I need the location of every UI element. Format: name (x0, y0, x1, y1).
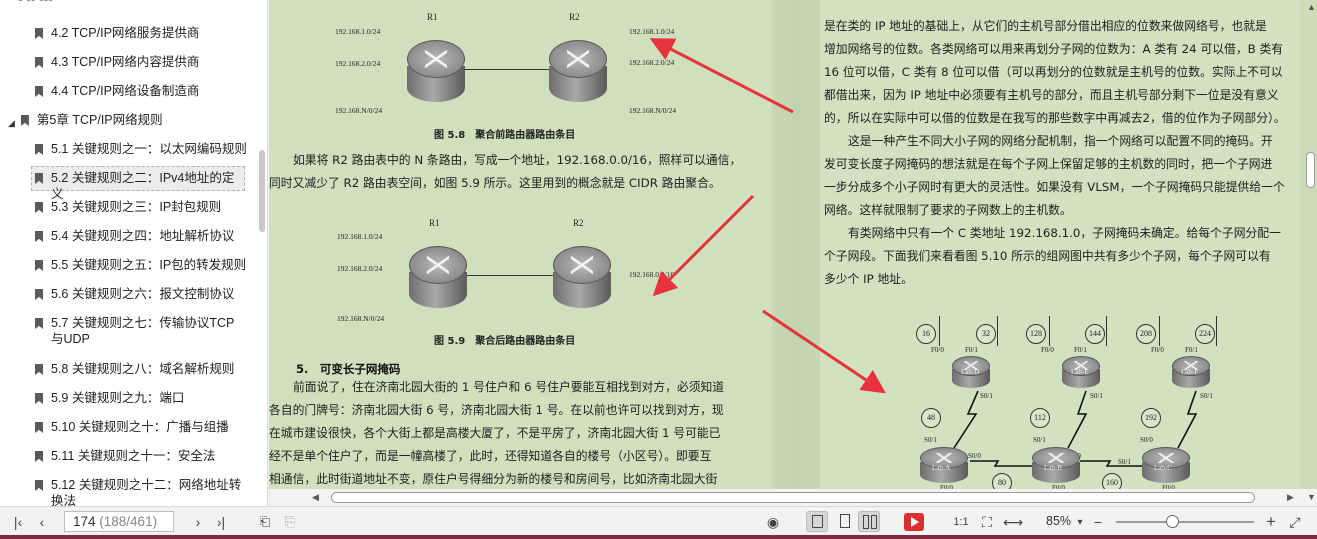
fit-width-icon[interactable]: ⟷ (1002, 512, 1024, 532)
red-arrow (762, 309, 886, 394)
toc-item[interactable]: 5.4 关键规则之四：地址解析协议 (35, 228, 234, 244)
bookmark-icon (35, 393, 43, 404)
play-icon[interactable] (904, 513, 924, 531)
bookmark-icon (35, 202, 43, 213)
bookmark-icon (35, 480, 43, 491)
scroll-up-icon[interactable]: ▲ (1307, 2, 1316, 12)
toc-item[interactable]: 5.1 关键规则之一：以太网编码规则 (35, 141, 247, 157)
actual-size-icon[interactable]: 1:1 (950, 512, 972, 532)
scroll-down-icon[interactable]: ▼ (1307, 492, 1316, 502)
bookmark-icon (35, 364, 43, 375)
toc-item[interactable]: 4.3 TCP/IP网络内容提供商 (35, 54, 199, 70)
sidebar-scrollbar[interactable] (259, 150, 265, 232)
bookmark-icon (35, 260, 43, 271)
continuous-view-icon[interactable] (806, 511, 828, 532)
toc-item[interactable]: 5.3 关键规则之三：IP封包规则 (35, 199, 221, 215)
toc-item[interactable]: 5.8 关键规则之八：域名解析规则 (35, 361, 234, 377)
last-page-icon[interactable]: ›| (210, 512, 232, 532)
zoom-slider-handle[interactable] (1166, 515, 1179, 528)
single-page-icon[interactable] (834, 511, 856, 532)
toc-item[interactable]: 4.4 TCP/IP网络设备制造商 (35, 83, 199, 99)
bottom-toolbar: |‹ ‹ 174 (188/461) › ›| ⎗ ⎘ ◉ 1:1 ⛶ ⟷ 85… (0, 506, 1317, 535)
toc-item[interactable]: 5.6 关键规则之六：报文控制协议 (35, 286, 234, 302)
scroll-left-icon[interactable]: ◀ (312, 492, 319, 503)
horizontal-scrollbar-thumb[interactable] (331, 492, 1255, 503)
eye-care-icon[interactable]: ◉ (762, 512, 784, 532)
bookmark-icon (20, 115, 29, 126)
back-icon[interactable]: ⎗ (255, 512, 275, 532)
document-view[interactable]: R1 R2 192.168.1.0/24 192.168.2.0/24 192.… (269, 0, 1317, 506)
zoom-dropdown-arrow-icon[interactable]: ▾ (1074, 513, 1086, 533)
scroll-right-icon[interactable]: ▶ (1287, 492, 1294, 503)
zoom-dropdown[interactable]: 85% (1046, 514, 1071, 528)
bookmark-icon (35, 289, 43, 300)
red-arrow (649, 38, 794, 114)
zoom-slider[interactable] (1116, 521, 1254, 523)
toc-item[interactable]: 4.2 TCP/IP网络服务提供商 (35, 25, 199, 41)
page-number-input[interactable]: 174 (188/461) (64, 511, 174, 532)
bookmark-icon (35, 173, 43, 184)
toc-item[interactable]: 5.11 关键规则之十一：安全法 (35, 448, 215, 464)
bookmark-icon (35, 451, 43, 462)
toc-item[interactable]: 5.12 关键规则之十二：网络地址转换法 (35, 477, 245, 506)
vertical-scrollbar-thumb[interactable] (1306, 152, 1315, 188)
red-arrow (652, 194, 755, 297)
bookmark-icon (35, 28, 43, 39)
prev-page-icon[interactable]: ‹ (32, 512, 52, 532)
bookmark-icon (35, 86, 43, 97)
zoom-out-icon[interactable]: − (1090, 512, 1106, 532)
toc-chapter[interactable]: ◢ 第5章 TCP/IP网络规则 (8, 112, 163, 131)
bookmark-icon (35, 422, 43, 433)
zoom-in-icon[interactable]: + (1262, 512, 1280, 532)
toc-sidebar: ▪ ▪▪ ▪▪▪ 4.2 TCP/IP网络服务提供商 4.3 TCP/IP网络内… (0, 0, 268, 506)
first-page-icon[interactable]: |‹ (8, 512, 28, 532)
bookmark-icon (35, 144, 43, 155)
bookmark-icon (35, 318, 43, 329)
collapse-triangle-icon[interactable]: ◢ (8, 115, 15, 131)
toc-item[interactable]: 5.7 关键规则之七：传输协议TCP与UDP (35, 315, 245, 347)
toc-item[interactable]: 5.10 关键规则之十：广播与组播 (35, 419, 229, 435)
bookmark-icon (35, 57, 43, 68)
next-page-icon[interactable]: › (188, 512, 208, 532)
fit-page-icon[interactable]: ⛶ (976, 512, 998, 532)
toc-item-active[interactable]: 5.2 关键规则之二：IPv4地址的定义 (31, 166, 245, 201)
toc-item[interactable]: 5.5 关键规则之五：IP包的转发规则 (35, 257, 246, 273)
toc-cut-item: ▪ ▪▪ ▪▪▪ (0, 0, 267, 6)
bookmark-icon (35, 231, 43, 242)
taskbar-strip (0, 535, 1317, 539)
forward-icon[interactable]: ⎘ (280, 512, 300, 532)
two-page-icon[interactable] (858, 511, 880, 532)
toc-item[interactable]: 5.9 关键规则之九：端口 (35, 390, 184, 406)
annotation-arrows (649, 38, 886, 394)
fullscreen-icon[interactable]: ⤢ (1286, 512, 1304, 532)
